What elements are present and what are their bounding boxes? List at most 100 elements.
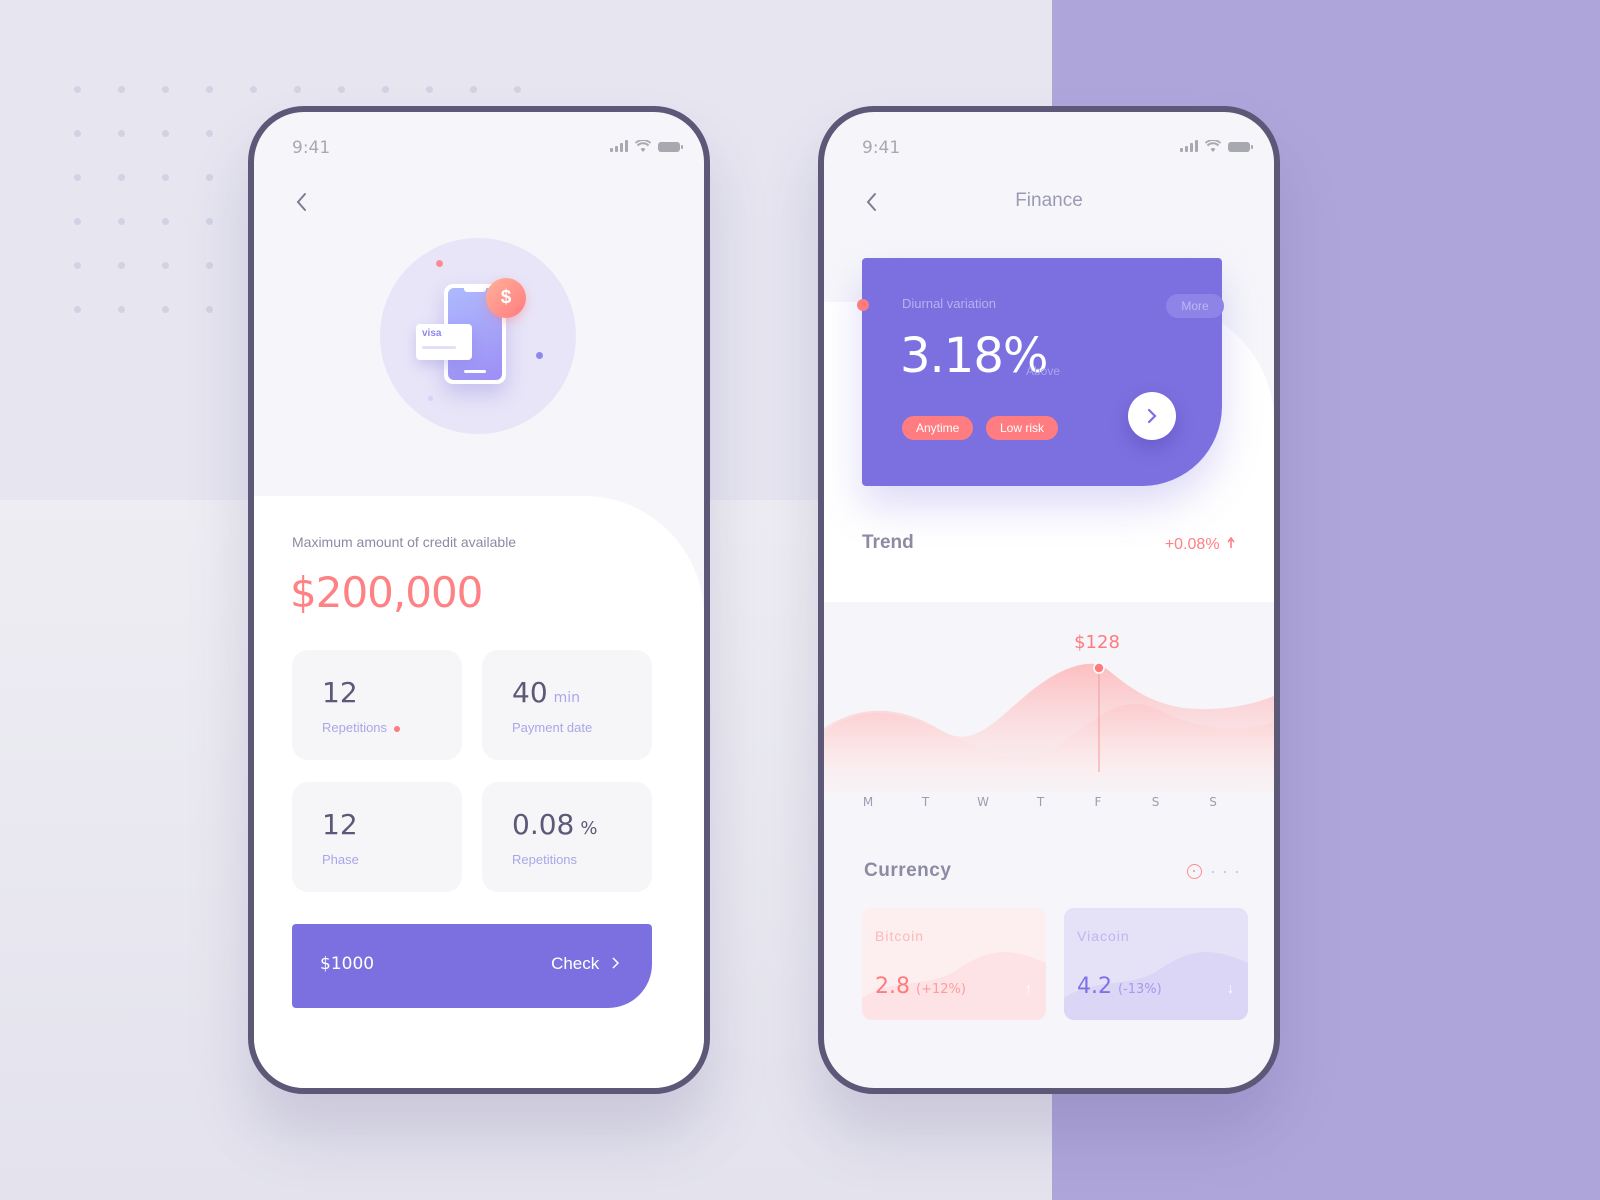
pager-dot-active[interactable] <box>1187 864 1202 879</box>
grid-dot <box>206 174 213 181</box>
coin-change: (+12%) <box>916 982 966 997</box>
grid-dot <box>426 86 433 93</box>
trend-title: Trend <box>862 532 914 553</box>
card-brand: visa <box>422 328 442 339</box>
grid-dot <box>206 262 213 269</box>
currency-card-viacoin[interactable]: Viacoin 4.2 (-13%) ↓ <box>1064 908 1248 1020</box>
status-icons <box>610 140 683 152</box>
more-button[interactable]: More <box>1166 294 1224 318</box>
grid-dot <box>250 86 257 93</box>
day-label: F <box>1095 795 1102 809</box>
sparkline-bg <box>862 952 1046 1020</box>
tag-low-risk[interactable]: Low risk <box>986 416 1059 440</box>
coin-change: (-13%) <box>1118 982 1162 997</box>
pager-dot[interactable] <box>1236 870 1238 873</box>
stat-card-phase[interactable]: 12 Phase <box>292 782 462 892</box>
grid-dot <box>206 86 213 93</box>
grid-dot <box>294 86 301 93</box>
phone-credit-screen: 9:41 visa $ Maximum amount of credit ava… <box>248 106 710 1094</box>
check-label-wrap: Check <box>551 954 622 974</box>
signal-icon <box>610 140 628 152</box>
battery-icon <box>1228 142 1253 152</box>
highlight-point[interactable] <box>1093 662 1105 674</box>
grid-dot <box>74 306 81 313</box>
grid-dot <box>118 218 125 225</box>
arrow-up-icon: ↑ <box>1025 980 1032 996</box>
stat-card-rate[interactable]: 0.08% Repetitions <box>482 782 652 892</box>
chevron-left-icon <box>296 193 306 211</box>
credit-label: Maximum amount of credit available <box>292 534 517 550</box>
chevron-right-icon <box>612 957 620 969</box>
check-amount: $1000 <box>320 954 375 974</box>
stat-value: 0.08% <box>512 808 598 841</box>
sparkline-bg <box>1064 952 1248 1020</box>
wifi-icon <box>635 140 651 152</box>
coin-name: Viacoin <box>1077 928 1130 944</box>
stat-unit: % <box>580 818 598 839</box>
currency-pager <box>1187 864 1238 879</box>
stat-label: Payment date <box>512 720 593 735</box>
grid-dot <box>118 174 125 181</box>
battery-icon <box>658 142 683 152</box>
day-label: W <box>977 795 989 809</box>
currency-card-bitcoin[interactable]: Bitcoin 2.8 (+12%) ↑ <box>862 908 1046 1020</box>
tag-anytime[interactable]: Anytime <box>902 416 974 440</box>
grid-dot <box>514 86 521 93</box>
variation-qualifier: Above <box>1026 364 1061 378</box>
pager-dot[interactable] <box>1212 870 1214 873</box>
day-label: S <box>1209 795 1217 809</box>
coin-value: 4.2 (-13%) <box>1077 974 1162 999</box>
grid-dot <box>162 86 169 93</box>
grid-dot <box>162 306 169 313</box>
coin-name: Bitcoin <box>875 928 925 944</box>
stat-unit: min <box>553 690 581 706</box>
trend-chart: $128 M T W T F S S <box>824 612 1274 812</box>
grid-dot <box>470 86 477 93</box>
decorative-dot <box>436 260 443 267</box>
grid-dot <box>162 174 169 181</box>
stat-card-repetitions[interactable]: 12 Repetitions <box>292 650 462 760</box>
grid-dot <box>74 262 81 269</box>
variation-label: Diurnal variation <box>902 296 996 311</box>
chevron-right-icon <box>1147 408 1157 424</box>
day-label: M <box>863 795 873 809</box>
trend-chart-svg: $128 M T W T F S S <box>824 632 1274 809</box>
credit-value: $200,000 <box>290 568 483 617</box>
page-title: Finance <box>1015 190 1083 211</box>
decorative-dot <box>428 396 433 401</box>
grid-dot <box>162 130 169 137</box>
signal-icon <box>1180 140 1198 152</box>
stat-value: 40 min <box>512 676 581 709</box>
trend-area-front <box>824 663 1274 792</box>
grid-dot <box>382 86 389 93</box>
stat-card-payment-date[interactable]: 40 min Payment date <box>482 650 652 760</box>
pager-dot[interactable] <box>1224 870 1226 873</box>
grid-dot <box>118 262 125 269</box>
grid-dot <box>162 218 169 225</box>
stat-label: Phase <box>322 852 359 867</box>
grid-dot <box>74 174 81 181</box>
back-button[interactable] <box>292 190 312 214</box>
day-label: S <box>1152 795 1160 809</box>
indicator-dot <box>394 725 401 732</box>
grid-dot <box>206 306 213 313</box>
indicator-dot <box>857 299 869 311</box>
grid-dot <box>74 130 81 137</box>
status-time: 9:41 <box>862 138 901 158</box>
next-button[interactable] <box>1128 392 1176 440</box>
day-label: T <box>1036 795 1045 809</box>
diurnal-variation-card: Diurnal variation More 3.18% Above Anyti… <box>862 258 1224 486</box>
status-icons <box>1180 140 1253 152</box>
grid-dot <box>118 86 125 93</box>
grid-dot <box>74 86 81 93</box>
stat-value: 12 <box>322 808 358 841</box>
phone-finance-screen: 9:41 Finance Diurnal variation More 3.18… <box>818 106 1280 1094</box>
grid-dot <box>118 130 125 137</box>
day-label: T <box>921 795 930 809</box>
grid-dot <box>74 218 81 225</box>
stat-label: Repetitions <box>512 852 578 867</box>
check-button[interactable]: $1000 Check <box>292 924 652 1008</box>
stat-value: 12 <box>322 676 358 709</box>
coin-value: 2.8 (+12%) <box>875 974 966 999</box>
decorative-dot <box>536 352 543 359</box>
